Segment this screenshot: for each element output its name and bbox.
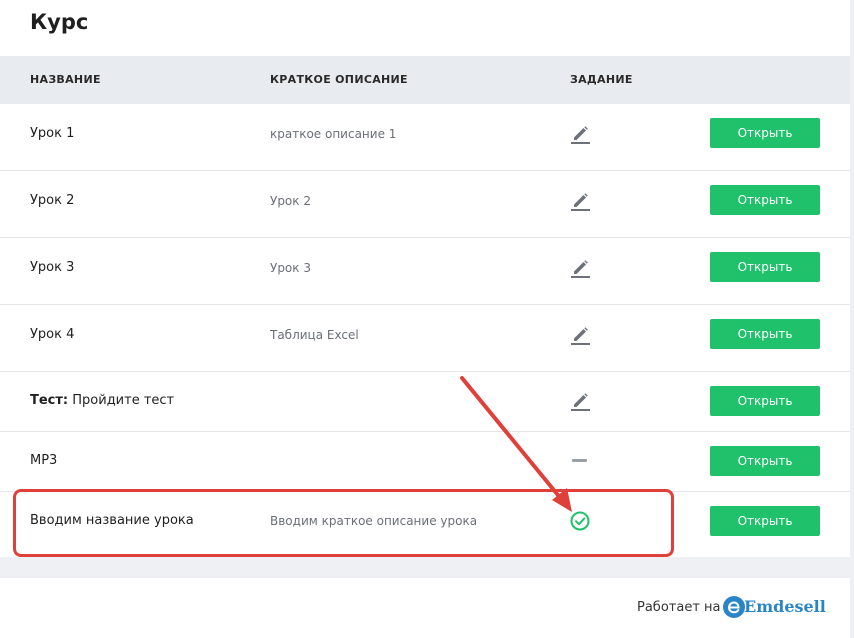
powered-by-text: Работает на [637, 600, 721, 615]
open-button[interactable]: Открыть [710, 506, 820, 536]
check-circle-icon [570, 511, 590, 531]
dash-icon [572, 459, 587, 462]
table-row: Урок 4 Таблица Excel Открыть [0, 305, 850, 372]
lesson-description: краткое описание 1 [270, 127, 397, 141]
open-button[interactable]: Открыть [710, 386, 820, 416]
lesson-description: Вводим краткое описание урока [270, 514, 478, 528]
table-row: MP3 Открыть [0, 432, 850, 492]
table-header: НАЗВАНИЕ КРАТКОЕ ОПИСАНИЕ ЗАДАНИЕ [0, 56, 850, 104]
page-title: Курс [30, 10, 89, 34]
emdesell-logo-icon [723, 596, 745, 618]
open-button[interactable]: Открыть [710, 185, 820, 215]
table-row: Урок 3 Урок 3 Открыть [0, 238, 850, 305]
lesson-name: Тест: Пройдите тест [30, 393, 174, 408]
header-name: НАЗВАНИЕ [30, 73, 101, 86]
open-button[interactable]: Открыть [710, 446, 820, 476]
table-row: Урок 1 краткое описание 1 Открыть [0, 104, 850, 171]
open-button[interactable]: Открыть [710, 252, 820, 282]
test-label: Тест: [30, 393, 69, 408]
lesson-name: MP3 [30, 453, 58, 468]
table-row: Тест: Пройдите тест Открыть [0, 372, 850, 432]
pencil-icon[interactable] [568, 188, 592, 212]
lesson-name: Урок 3 [30, 260, 75, 275]
pencil-icon[interactable] [568, 388, 592, 412]
header-description: КРАТКОЕ ОПИСАНИЕ [270, 73, 408, 86]
lesson-name: Урок 2 [30, 193, 75, 208]
course-card: Курс НАЗВАНИЕ КРАТКОЕ ОПИСАНИЕ ЗАДАНИЕ У… [0, 0, 850, 557]
lesson-description: Таблица Excel [270, 328, 359, 342]
pencil-icon[interactable] [568, 255, 592, 279]
footer: Работает на Emdesell [0, 578, 850, 638]
open-button[interactable]: Открыть [710, 118, 820, 148]
pencil-icon[interactable] [568, 121, 592, 145]
lesson-description: Урок 3 [270, 261, 311, 275]
lesson-name: Урок 1 [30, 126, 75, 141]
pencil-icon[interactable] [568, 322, 592, 346]
test-name: Пройдите тест [72, 393, 175, 408]
open-button[interactable]: Открыть [710, 319, 820, 349]
table-row: Вводим название урока Вводим краткое опи… [0, 492, 850, 552]
lesson-description: Урок 2 [270, 194, 311, 208]
brand-name: Emdesell [744, 597, 826, 616]
lesson-name: Урок 4 [30, 327, 75, 342]
header-task: ЗАДАНИЕ [570, 73, 633, 86]
lesson-name: Вводим название урока [30, 513, 194, 528]
table-row: Урок 2 Урок 2 Открыть [0, 171, 850, 238]
